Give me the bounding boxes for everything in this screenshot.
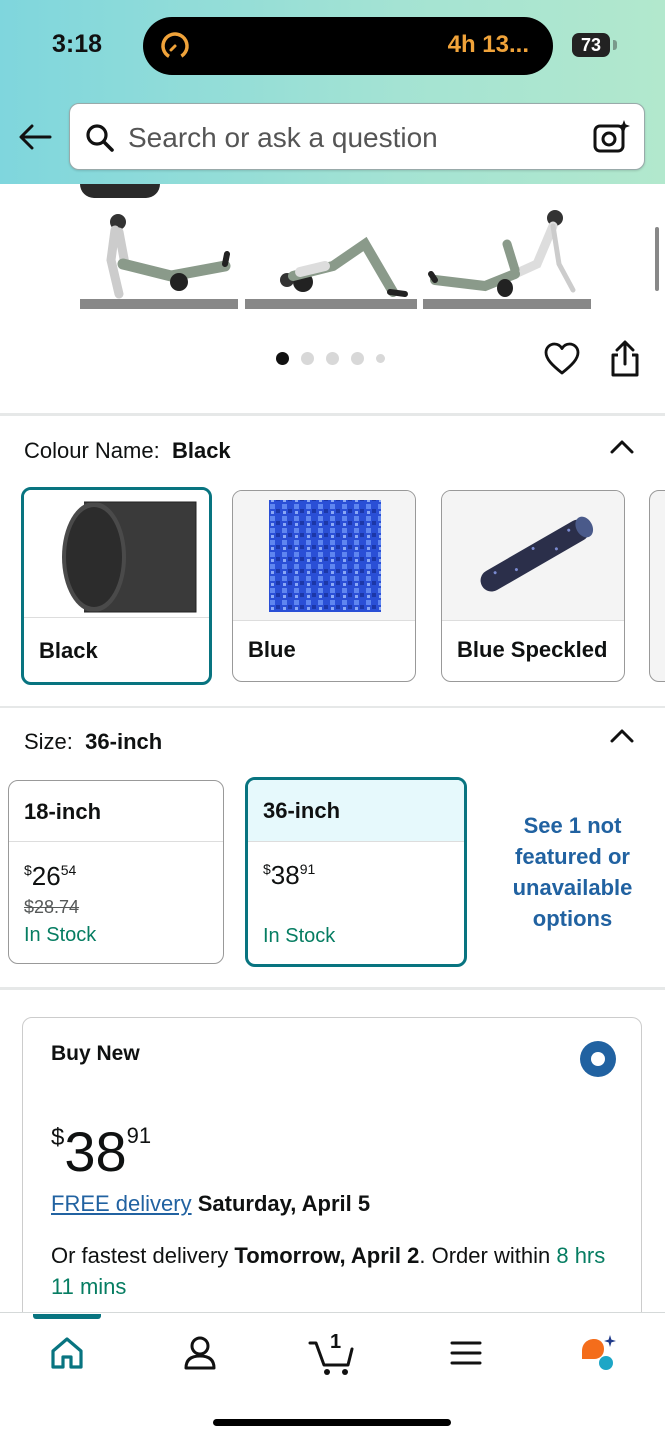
- app-header: 3:18 4h 13... 73 Search or ask a questio…: [0, 0, 665, 184]
- dynamic-island[interactable]: 4h 13...: [143, 17, 553, 75]
- size-option-list-price: $28.74: [24, 897, 80, 917]
- menu-icon[interactable]: [446, 1333, 486, 1373]
- colour-swatch-blue[interactable]: Blue: [232, 490, 416, 682]
- share-icon[interactable]: [608, 340, 642, 378]
- battery-icon: 73: [572, 33, 610, 57]
- heart-icon[interactable]: [544, 342, 580, 376]
- black-roller-image: [24, 490, 209, 618]
- size-option-header: 36-inch: [248, 780, 464, 842]
- buy-price: $3891: [51, 1120, 152, 1183]
- home-indicator[interactable]: [213, 1419, 451, 1426]
- rufus-icon[interactable]: [578, 1333, 618, 1373]
- gallery-dot[interactable]: [301, 352, 314, 365]
- chevron-up-icon[interactable]: [608, 436, 636, 456]
- search-icon: [86, 124, 114, 152]
- camera-search-icon[interactable]: [592, 118, 630, 156]
- home-icon[interactable]: [47, 1333, 87, 1373]
- size-selected-value: 36-inch: [85, 729, 163, 754]
- delivery-info: FREE delivery Saturday, April 5: [51, 1191, 370, 1217]
- scroll-indicator[interactable]: [655, 227, 659, 291]
- colour-swatch-black[interactable]: Black: [21, 487, 212, 685]
- gallery-dot[interactable]: [351, 352, 364, 365]
- section-divider: [0, 987, 665, 990]
- cart-count: 1: [330, 1331, 342, 1353]
- buy-new-radio[interactable]: [580, 1041, 616, 1077]
- fastest-delivery-date: Tomorrow, April 2: [234, 1243, 420, 1268]
- swatch-label: Blue: [248, 637, 296, 662]
- exercise-illustration: [80, 210, 591, 309]
- cart-icon[interactable]: 1: [308, 1331, 356, 1377]
- size-option-availability: In Stock: [263, 925, 336, 947]
- buy-new-box[interactable]: Buy New $3891 FREE delivery Saturday, Ap…: [22, 1017, 642, 1347]
- swatch-label: Black: [39, 638, 98, 663]
- gallery-dot[interactable]: [376, 354, 385, 363]
- size-option-36-inch[interactable]: 36-inch $3891 In Stock: [245, 777, 467, 967]
- active-tab-indicator: [33, 1314, 101, 1319]
- section-divider: [0, 413, 665, 416]
- colour-swatch-next[interactable]: [649, 490, 665, 682]
- size-option-availability: In Stock: [24, 924, 97, 946]
- buy-new-title: Buy New: [51, 1042, 140, 1065]
- swatch-label: Blue Speckled: [457, 637, 608, 662]
- gallery-dot[interactable]: [326, 352, 339, 365]
- account-icon[interactable]: [180, 1333, 220, 1373]
- free-delivery-link[interactable]: FREE delivery: [51, 1191, 192, 1216]
- see-unavailable-options-link[interactable]: See 1 not featured or unavailable option…: [490, 810, 655, 934]
- blue-speckled-roller-image: [442, 491, 624, 621]
- foam-roller-image: [80, 184, 160, 198]
- back-arrow-icon[interactable]: [16, 118, 54, 156]
- colour-selected-value: Black: [171, 438, 231, 463]
- gallery-page-dots[interactable]: [276, 352, 385, 365]
- size-option-18-inch[interactable]: 18-inch $2654 $28.74 In Stock: [8, 780, 224, 964]
- bottom-navigation: 1: [0, 1312, 665, 1440]
- size-option-price: $3891: [263, 860, 316, 890]
- size-option-price: $2654: [24, 861, 77, 891]
- product-image-gallery[interactable]: [0, 184, 665, 414]
- colour-name-label: Colour Name: Black: [24, 438, 231, 463]
- activity-time: 4h 13...: [447, 31, 529, 58]
- fastest-delivery-info: Or fastest delivery Tomorrow, April 2. O…: [51, 1243, 606, 1299]
- chevron-up-icon[interactable]: [608, 725, 636, 745]
- size-option-name: 18-inch: [24, 799, 102, 824]
- search-input[interactable]: Search or ask a question: [69, 103, 645, 170]
- battery-tip: [613, 40, 617, 50]
- size-label: Size: 36-inch: [24, 729, 163, 754]
- delivery-date: Saturday, April 5: [197, 1191, 371, 1216]
- gallery-dot-active[interactable]: [276, 352, 289, 365]
- section-divider: [0, 706, 665, 708]
- colour-swatch-blue-speckled[interactable]: Blue Speckled: [441, 490, 625, 682]
- search-placeholder: Search or ask a question: [128, 122, 438, 153]
- size-option-header: 18-inch: [9, 781, 223, 842]
- status-time: 3:18: [52, 30, 103, 58]
- timer-icon: [161, 32, 189, 60]
- blue-foam-image: [233, 491, 415, 621]
- size-option-name: 36-inch: [263, 798, 341, 823]
